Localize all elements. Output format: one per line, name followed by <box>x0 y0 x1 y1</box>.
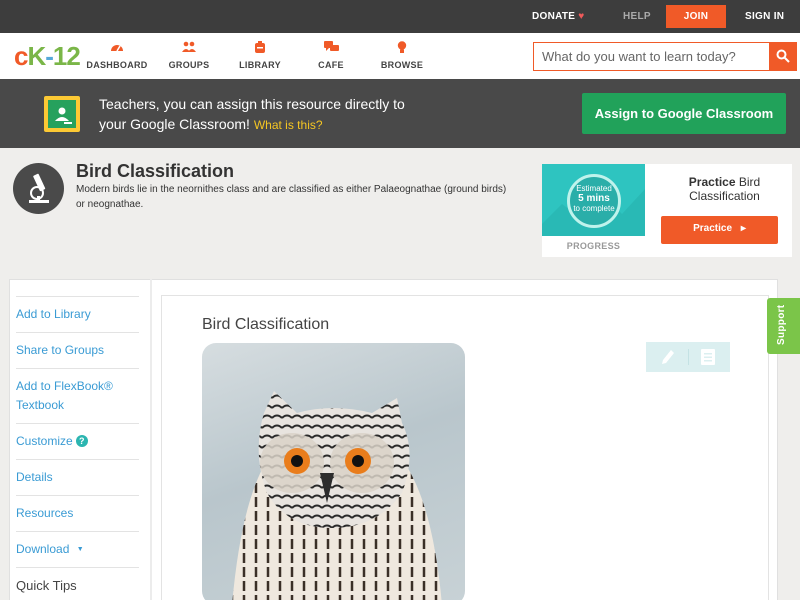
owl-image <box>202 343 465 600</box>
concept-title: Bird Classification <box>76 161 235 181</box>
sidebar-item-quick-tips[interactable]: Quick Tips <box>16 567 139 600</box>
ck12-logo[interactable]: cK-12 <box>14 41 81 71</box>
main-title: Bird Classification <box>202 316 330 333</box>
practice-progress-graphic: Estimated 5 mins to complete <box>542 164 645 236</box>
nav-label: CAFE <box>318 60 344 70</box>
logo-c: c <box>14 41 29 71</box>
nav-label: LIBRARY <box>239 60 281 70</box>
google-classroom-message: Teachers, you can assign this resource d… <box>99 94 459 135</box>
help-icon[interactable]: ? <box>75 435 88 447</box>
logo-12: 12 <box>52 41 81 71</box>
sidebar-item-label: Add to FlexBook® Textbook <box>16 379 113 412</box>
sidebar-item-label: Details <box>16 470 53 484</box>
support-label: Support <box>776 304 787 345</box>
search-icon <box>776 49 790 68</box>
estimated-mins: 5 mins <box>578 193 610 204</box>
main-navigation: cK-12 DASHBOARD GROUPS LIBRARY CAFE BROW… <box>0 33 800 79</box>
search-button[interactable] <box>769 42 797 71</box>
content-toolbar <box>646 342 730 372</box>
sidebar-item-label: Customize <box>16 434 73 448</box>
donate-label: DONATE <box>532 11 576 22</box>
sidebar-item-label: Resources <box>16 506 74 520</box>
search-input[interactable] <box>534 43 769 70</box>
google-classroom-icon <box>44 96 80 132</box>
sidebar-item-customize[interactable]: Customize? <box>16 423 139 459</box>
caret-down-icon: ▼ <box>76 546 84 553</box>
logo-dash: - <box>45 41 54 71</box>
support-tab[interactable]: Support <box>767 298 800 354</box>
nav-browse[interactable]: BROWSE <box>367 41 437 70</box>
practice-button[interactable]: Practice ▸ <box>661 216 778 244</box>
sign-in-link[interactable]: SIGN IN <box>745 0 784 33</box>
practice-title: Practice Bird Classification <box>662 175 787 203</box>
nav-dashboard[interactable]: DASHBOARD <box>82 41 152 70</box>
owl-illustration <box>232 391 442 600</box>
chevron-right-icon: ▸ <box>740 223 746 234</box>
top-bar: DONATE ♥ HELP JOIN SIGN IN <box>0 0 800 33</box>
sidebar-item-label: Share to Groups <box>16 343 105 357</box>
join-button[interactable]: JOIN <box>666 5 726 28</box>
sidebar-item-download[interactable]: Download ▼ <box>16 531 139 567</box>
nav-groups[interactable]: GROUPS <box>154 41 224 70</box>
sidebar-item-label: Quick Tips <box>16 578 77 593</box>
practice-card: Estimated 5 mins to complete PROGRESS Pr… <box>542 164 792 257</box>
search-box <box>533 42 769 71</box>
heart-icon: ♥ <box>578 11 585 22</box>
cafe-icon <box>296 41 366 55</box>
nav-label: DASHBOARD <box>86 60 148 70</box>
estimated-label: Estimated <box>576 184 612 193</box>
practice-title-bold: Practice <box>688 175 736 189</box>
concept-description: Modern birds lie in the neornithes class… <box>76 184 507 210</box>
progress-label: PROGRESS <box>566 241 621 251</box>
assign-to-google-classroom-button[interactable]: Assign to Google Classroom <box>582 93 786 134</box>
groups-icon <box>154 41 224 55</box>
help-link[interactable]: HELP <box>623 0 651 33</box>
notes-icon[interactable] <box>701 349 715 370</box>
what-is-this-link[interactable]: What is this? <box>254 118 323 132</box>
nav-label: GROUPS <box>168 60 210 70</box>
nav-cafe[interactable]: CAFE <box>296 41 366 70</box>
estimate-text: Estimated 5 mins to complete <box>566 184 622 214</box>
classroom-line-1: Teachers, you can assign this resource d… <box>99 96 405 112</box>
sidebar-item-add-to-library[interactable]: Add to Library <box>16 296 139 332</box>
browse-icon <box>367 41 437 55</box>
practice-button-label: Practice <box>693 223 733 234</box>
sidebar-item-share-to-groups[interactable]: Share to Groups <box>16 332 139 368</box>
library-icon <box>225 41 295 55</box>
pencil-icon[interactable] <box>661 349 675 370</box>
classroom-line-2: your Google Classroom! <box>99 116 250 132</box>
sidebar-divider <box>150 279 152 600</box>
sidebar: Add to Library Share to Groups Add to Fl… <box>9 279 149 600</box>
sidebar-item-label: Download <box>16 542 70 556</box>
sidebar-item-label: Add to Library <box>16 307 91 321</box>
sidebar-item-resources[interactable]: Resources <box>16 495 139 531</box>
sidebar-item-details[interactable]: Details <box>16 459 139 495</box>
nav-label: BROWSE <box>380 60 424 70</box>
logo-k: K <box>27 41 46 71</box>
toolbar-separator <box>688 349 689 365</box>
nav-library[interactable]: LIBRARY <box>225 41 295 70</box>
microscope-icon <box>13 163 64 214</box>
dashboard-icon <box>82 41 152 55</box>
to-complete-label: to complete <box>573 204 615 213</box>
donate-link[interactable]: DONATE ♥ <box>532 0 585 33</box>
sidebar-item-add-to-flexbook[interactable]: Add to FlexBook® Textbook <box>16 368 139 423</box>
